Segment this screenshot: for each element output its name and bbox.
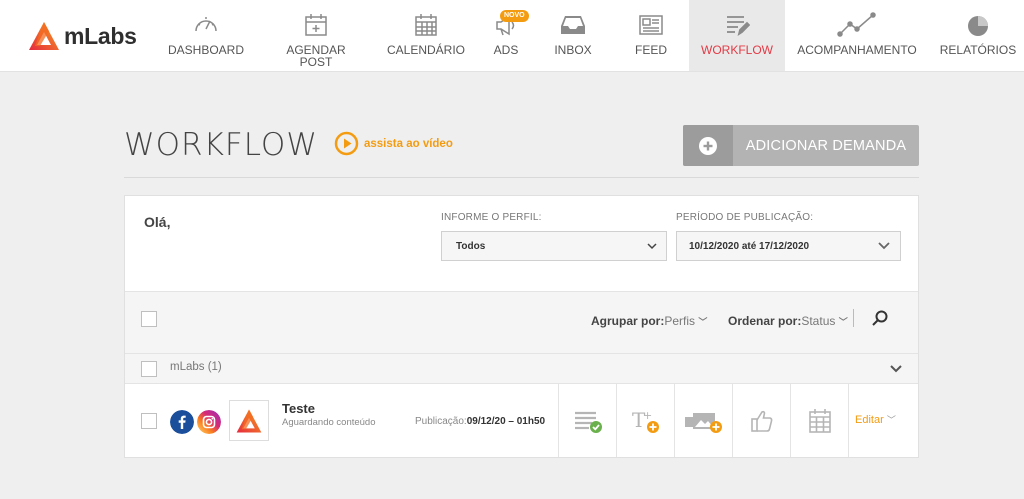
profile-thumbnail [229,400,269,441]
calendar-icon [415,14,437,36]
add-demand-label: ADICIONAR DEMANDA [745,137,907,154]
nav-label: FEED [634,43,667,57]
group-label: mLabs (1) [170,361,222,373]
line-chart-icon [837,12,876,37]
item-title[interactable]: Teste [282,401,315,416]
gauge-icon [195,17,217,32]
chevron-down-icon[interactable] [889,363,903,375]
toolbar-divider [853,309,854,327]
step-text[interactable]: T + [616,384,674,457]
nav-ads[interactable]: NOVO ADS [470,0,542,71]
nav-feed[interactable]: FEED [618,0,684,71]
add-plus-box [683,125,733,166]
search-icon[interactable] [871,309,889,327]
profile-select[interactable]: Todos [441,231,667,261]
step-briefing[interactable] [558,384,616,457]
publication-date: Publicação:09/12/20 – 01h50 [415,416,545,427]
nav-label: ACOMPANHAMENTO [797,43,917,57]
greeting: Olá, [144,214,171,230]
profile-label: INFORME O PERFIL: [441,212,542,223]
watch-video-label: assista ao vídeo [364,137,453,150]
group-by-dropdown[interactable]: Agrupar por:Perfis ﹀ [591,314,707,328]
svg-text:+: + [643,409,652,422]
edit-label: Editar [855,414,884,426]
nav-label: INBOX [554,43,592,57]
caret-down-icon: ﹀ [838,317,848,327]
workflow-list-icon [727,16,750,37]
nav-workflow[interactable]: WORKFLOW [689,0,785,71]
nav-label: RELATÓRIOS [939,43,1017,57]
step-approval[interactable] [732,384,790,457]
step-schedule[interactable] [790,384,848,457]
edit-button[interactable]: Editar ﹀ [855,413,896,426]
filters-panel: Olá, INFORME O PERFIL: Todos PERÍODO DE … [125,196,918,292]
nav-acompanhamento[interactable]: ACOMPANHAMENTO [794,0,920,71]
top-navigation: mLabs DASHBOARD AGENDAR POST CALENDÁRIO [0,0,1024,72]
nav-dashboard[interactable]: DASHBOARD [162,0,250,71]
newspaper-icon [639,15,663,35]
list-toolbar: Agrupar por:Perfis ﹀ Ordenar por:Status … [125,292,918,354]
nav-label: AGENDAR POST [286,43,346,69]
row-checkbox[interactable] [141,413,157,429]
caret-down-icon: ﹀ [698,317,708,327]
chevron-down-icon [878,242,890,250]
brand-name: mLabs [64,22,137,49]
order-by-label: Ordenar por: [728,314,802,328]
mlabs-logo-icon [29,22,59,50]
thumbs-up-icon [750,410,772,432]
group-by-label: Agrupar por: [591,314,665,328]
instagram-icon [197,410,221,434]
list-check-icon [574,411,602,433]
header-divider [124,177,919,178]
nav-label: CALENDÁRIO [386,43,466,57]
inbox-icon [561,16,585,34]
chevron-down-icon [647,243,657,250]
caret-down-icon: ﹀ [886,415,896,425]
group-by-value: Perfis [664,314,696,328]
table-row[interactable]: Teste Aguardando conteúdo Publicação:09/… [125,384,918,457]
nav-agendar-post[interactable]: AGENDAR POST [272,0,360,71]
pie-chart-icon [968,16,988,36]
facebook-icon [170,410,194,434]
publication-value: 09/12/20 – 01h50 [466,416,546,427]
period-label: PERÍODO DE PUBLICAÇÃO: [676,212,814,223]
publication-label: Publicação: [415,416,467,427]
novo-badge: NOVO [500,10,529,22]
nav-calendario[interactable]: CALENDÁRIO [382,0,470,71]
nav-label: DASHBOARD [167,43,244,57]
mlabs-logo[interactable]: mLabs [27,19,137,53]
period-select[interactable]: 10/12/2020 até 17/12/2020 [676,231,901,261]
page-title: WORKFLOW [124,127,318,163]
select-all-checkbox[interactable] [141,311,157,327]
item-status: Aguardando conteúdo [282,417,376,428]
nav-relatorios[interactable]: RELATÓRIOS [932,0,1024,71]
calendar-icon [808,408,831,433]
mlabs-logo-icon [236,408,262,433]
order-by-value: Status [801,314,836,328]
workflow-card: Olá, INFORME O PERFIL: Todos PERÍODO DE … [124,195,919,458]
period-select-value: 10/12/2020 até 17/12/2020 [689,240,810,252]
group-checkbox[interactable] [141,361,157,377]
add-demand-button[interactable]: ADICIONAR DEMANDA [683,125,919,166]
group-header-row[interactable]: mLabs (1) [125,354,918,384]
add-media-icon [684,412,722,433]
nav-label: WORKFLOW [701,43,773,57]
step-media[interactable] [674,384,732,457]
add-text-icon: T + [632,408,659,433]
play-icon [334,131,359,156]
nav-inbox[interactable]: INBOX [542,0,604,71]
nav-label: ADS [493,43,519,57]
calendar-plus-icon [305,14,327,36]
plus-circle-icon [699,136,717,155]
watch-video-link[interactable]: assista ao vídeo [334,131,453,156]
order-by-dropdown[interactable]: Ordenar por:Status ﹀ [728,314,848,328]
profile-select-value: Todos [456,240,486,252]
